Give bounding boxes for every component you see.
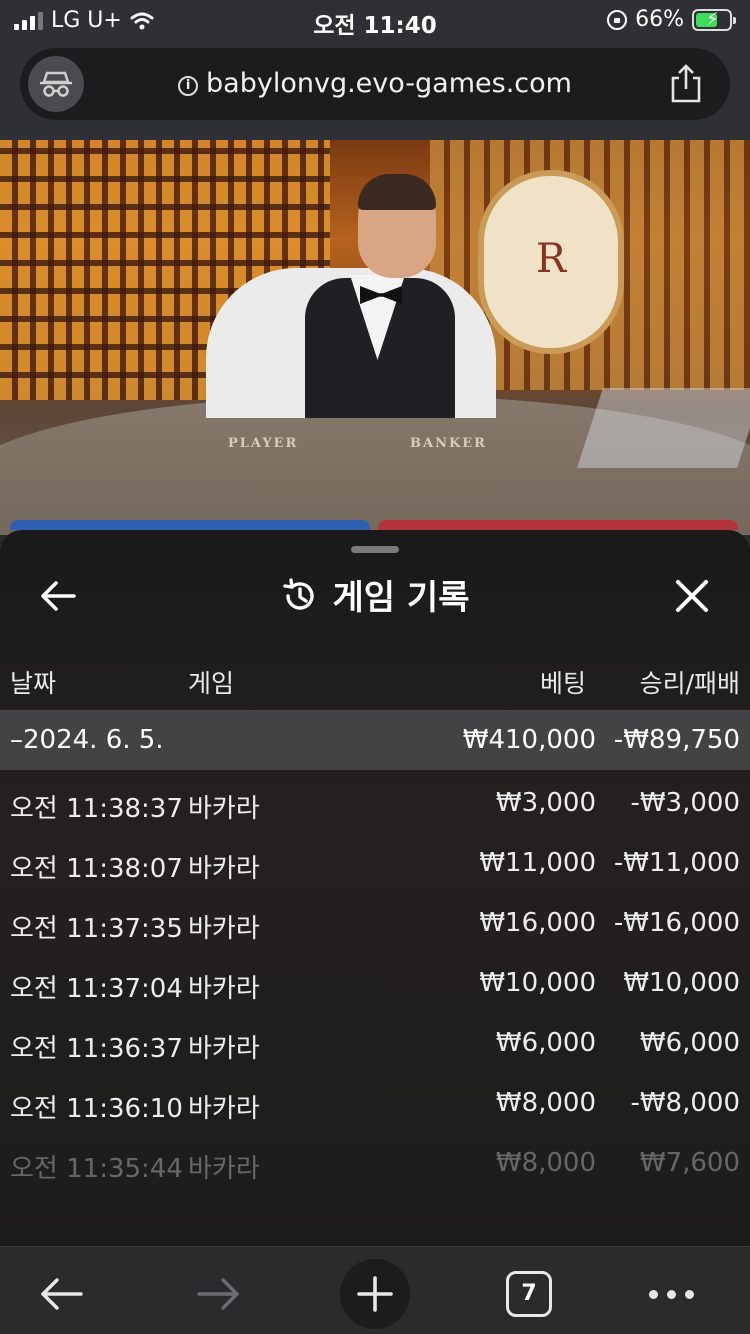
table-header: 날짜 게임 베팅 승리/패배: [0, 664, 750, 704]
row-bet: ₩16,000: [479, 908, 596, 938]
panel-header: 게임 기록: [0, 570, 750, 619]
row-game: 바카라: [188, 1154, 260, 1184]
day-group-bet-total: ₩410,000: [462, 725, 596, 755]
live-dealer-video: R PLAYER BANKER: [0, 140, 750, 535]
row-time: 오전 11:36:10: [10, 1094, 183, 1124]
day-group-row[interactable]: –2024. 6. 5. ₩410,000 -₩89,750: [0, 710, 750, 770]
tab-count: 7: [506, 1271, 552, 1317]
column-game: 게임: [188, 669, 235, 698]
new-tab-button[interactable]: [340, 1259, 410, 1329]
column-bet: 베팅: [539, 669, 586, 698]
day-group-win-loss-total: -₩89,750: [613, 725, 740, 755]
row-result: -₩3,000: [630, 788, 740, 818]
url-display[interactable]: i babylonvg.evo-games.com: [20, 68, 730, 99]
row-time: 오전 11:35:44: [10, 1154, 183, 1184]
history-row[interactable]: 오전 11:37:04 바카라 ₩10,000 ₩10,000: [0, 956, 750, 1016]
battery-percent: 66%: [635, 7, 684, 32]
card-shoe: [577, 388, 750, 468]
more-menu-button[interactable]: [636, 1259, 706, 1329]
browser-address-area: i babylonvg.evo-games.com: [0, 44, 750, 140]
row-bet: ₩8,000: [495, 1088, 596, 1118]
status-right: 66% ⚡: [607, 7, 736, 32]
row-bet: ₩3,000: [495, 788, 596, 818]
row-bet: ₩10,000: [479, 968, 596, 998]
site-info-icon[interactable]: i: [178, 76, 199, 96]
row-time: 오전 11:37:04: [10, 974, 183, 1004]
address-bar[interactable]: i babylonvg.evo-games.com: [20, 48, 730, 120]
row-game: 바카라: [188, 974, 260, 1004]
browser-forward-button[interactable]: [184, 1259, 254, 1329]
row-game: 바카라: [188, 794, 260, 824]
row-result: -₩16,000: [613, 908, 740, 938]
panel-title: 게임 기록: [332, 578, 470, 618]
arrow-right-icon: [197, 1278, 239, 1310]
history-row[interactable]: 오전 11:36:10 바카라 ₩8,000 -₩8,000: [0, 1076, 750, 1136]
share-icon[interactable]: [668, 64, 704, 104]
row-game: 바카라: [188, 854, 260, 884]
player-bet-area: [10, 520, 370, 530]
close-icon[interactable]: [670, 574, 714, 618]
row-bet: ₩6,000: [495, 1028, 596, 1058]
browser-toolbar: 7: [0, 1246, 750, 1334]
row-result: -₩8,000: [630, 1088, 740, 1118]
tab-switcher-button[interactable]: 7: [494, 1259, 564, 1329]
row-game: 바카라: [188, 1034, 260, 1064]
row-game: 바카라: [188, 914, 260, 944]
rotation-lock-icon: [607, 9, 628, 30]
drag-handle[interactable]: [351, 546, 399, 553]
banker-label: BANKER: [410, 436, 487, 451]
browser-back-button[interactable]: [26, 1259, 96, 1329]
row-game: 바카라: [188, 1094, 260, 1124]
row-result: ₩6,000: [639, 1028, 740, 1058]
row-time: 오전 11:37:35: [10, 914, 183, 944]
arrow-left-icon: [41, 1278, 83, 1310]
row-bet: ₩11,000: [479, 848, 596, 878]
status-bar: LG U+ 오전 11:40 66% ⚡: [0, 0, 750, 44]
day-group-date: –2024. 6. 5.: [10, 725, 164, 755]
banker-bet-area: [378, 520, 738, 530]
player-label: PLAYER: [228, 436, 299, 451]
column-date: 날짜: [10, 669, 57, 698]
plus-icon: [357, 1276, 393, 1312]
more-dots-icon: [648, 1289, 694, 1299]
history-list: 오전 11:38:37 바카라 ₩3,000 -₩3,000 오전 11:38:07 바카…: [0, 776, 750, 1196]
row-time: 오전 11:38:37: [10, 794, 183, 824]
url-label: babylonvg.evo-games.com: [206, 68, 572, 99]
history-row[interactable]: 오전 11:38:07 바카라 ₩11,000 -₩11,000: [0, 836, 750, 896]
game-history-panel: 게임 기록 날짜 게임 베팅 승리/패배 –2024. 6. 5. ₩410,0…: [0, 530, 750, 1246]
row-time: 오전 11:38:07: [10, 854, 183, 884]
column-win-loss: 승리/패배: [639, 669, 740, 698]
row-time: 오전 11:36:37: [10, 1034, 183, 1064]
history-row[interactable]: 오전 11:35:44 바카라 ₩8,000 ₩7,600: [0, 1136, 750, 1196]
row-result: ₩10,000: [623, 968, 740, 998]
history-row[interactable]: 오전 11:37:35 바카라 ₩16,000 -₩16,000: [0, 896, 750, 956]
row-result: -₩11,000: [613, 848, 740, 878]
history-row[interactable]: 오전 11:36:37 바카라 ₩6,000 ₩6,000: [0, 1016, 750, 1076]
battery-icon: ⚡: [692, 8, 736, 31]
row-result: ₩7,600: [639, 1148, 740, 1178]
casino-emblem: R: [478, 170, 624, 354]
history-row[interactable]: 오전 11:38:37 바카라 ₩3,000 -₩3,000: [0, 776, 750, 836]
row-bet: ₩8,000: [495, 1148, 596, 1178]
history-icon: [282, 578, 314, 610]
